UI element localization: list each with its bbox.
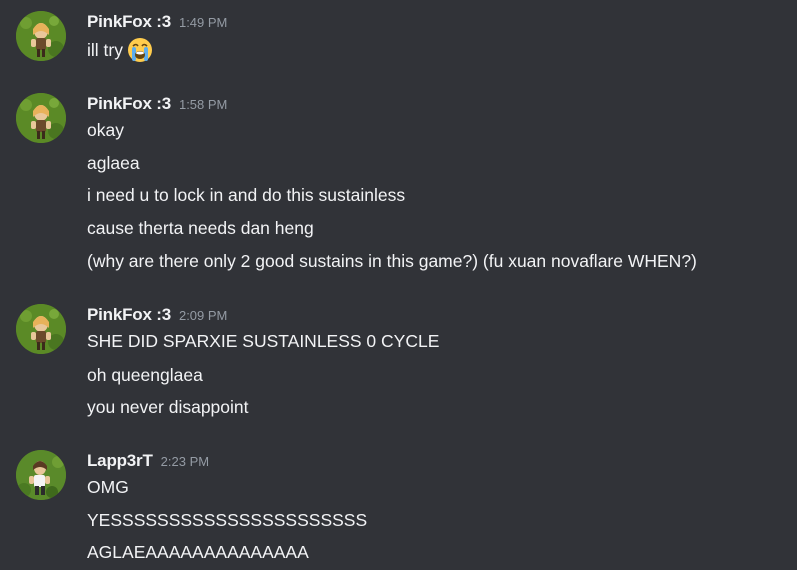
lapp3rt-avatar-icon[interactable] (16, 450, 66, 500)
message-text: OMG (87, 477, 129, 497)
pinkfox-avatar-icon[interactable] (16, 93, 66, 143)
message-text: SHE DID SPARXIE SUSTAINLESS 0 CYCLE (87, 331, 440, 351)
message-text: you never disappoint (87, 397, 249, 417)
username[interactable]: Lapp3rT (87, 451, 153, 470)
message-header: PinkFox :3 1:58 PM (87, 93, 227, 115)
timestamp[interactable]: 1:58 PM (179, 97, 227, 112)
message-text: cause therta needs dan heng (87, 218, 314, 238)
timestamp[interactable]: 2:23 PM (161, 454, 209, 469)
pinkfox-avatar-icon[interactable] (16, 11, 66, 61)
message-text: ill try (87, 37, 153, 63)
username[interactable]: PinkFox :3 (87, 305, 171, 324)
loudly-crying-face-emoji[interactable] (127, 37, 153, 63)
message-text: i need u to lock in and do this sustainl… (87, 185, 406, 205)
pinkfox-avatar-icon[interactable] (16, 304, 66, 354)
message-text: okay (87, 120, 124, 140)
chat-message-list: PinkFox :3 1:49 PM ill try PinkFox:3 1:… (0, 0, 797, 570)
username[interactable]: PinkFox :3 (87, 94, 171, 113)
message-header: PinkFox :3 2:09 PM (87, 304, 227, 326)
message-text: (why are there only 2 good sustains in t… (87, 251, 697, 271)
username[interactable]: PinkFox :3 (87, 12, 171, 31)
message-header: Lapp3rT 2:23 PM (87, 450, 209, 472)
message-text: aglaea (87, 153, 140, 173)
message-text: oh queenglaea (87, 365, 203, 385)
timestamp[interactable]: 2:09 PM (179, 308, 227, 323)
message-header: PinkFox :3 1:49 PM (87, 11, 227, 33)
message-text-content: ill try (87, 40, 123, 60)
message-text: YESSSSSSSSSSSSSSSSSSSSSS (87, 510, 368, 530)
message-text: AGLAEAAAAAAAAAAAAAA (87, 542, 309, 562)
timestamp[interactable]: 1:49 PM (179, 15, 227, 30)
